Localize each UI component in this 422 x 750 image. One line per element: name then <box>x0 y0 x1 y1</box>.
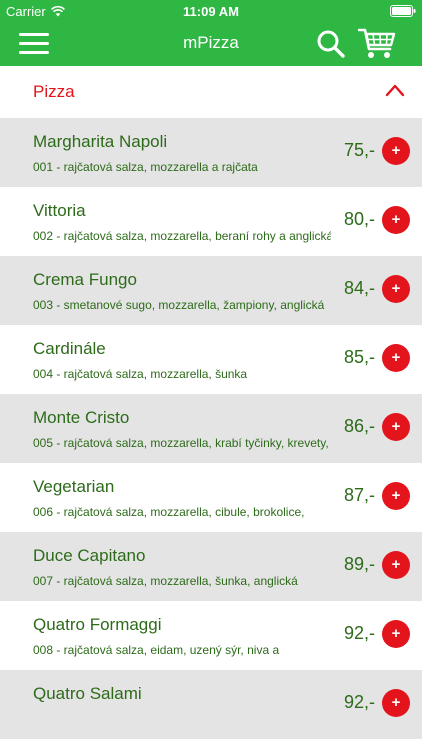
item-name: Margharita Napoli <box>33 132 168 151</box>
item-description: 002 - rajčatová salza, mozzarella, beran… <box>33 229 331 243</box>
menu-item[interactable]: Cardinále 004 - rajčatová salza, mozzare… <box>0 325 422 394</box>
menu-item[interactable]: Vittoria 002 - rajčatová salza, mozzarel… <box>0 187 422 256</box>
plus-icon: + <box>391 142 401 159</box>
plus-icon: + <box>391 211 401 228</box>
item-name: Vittoria <box>33 201 86 220</box>
item-name: Monte Cristo <box>33 408 130 427</box>
menu-item[interactable]: Monte Cristo 005 - rajčatová salza, mozz… <box>0 394 422 463</box>
menu-item[interactable]: Quatro Salami 92,- + <box>0 670 422 739</box>
item-price: 85,- <box>344 347 376 367</box>
item-price: 92,- <box>344 692 376 712</box>
item-price: 84,- <box>344 278 376 298</box>
plus-icon: + <box>391 349 401 366</box>
add-to-cart-button[interactable]: + <box>382 620 410 648</box>
category-title: Pizza <box>33 82 75 101</box>
top-bar: Carrier 11:09 AM mPizza <box>0 0 422 66</box>
plus-icon: + <box>391 694 401 711</box>
menu-item[interactable]: Crema Fungo 003 - smetanové sugo, mozzar… <box>0 256 422 325</box>
plus-icon: + <box>391 418 401 435</box>
add-to-cart-button[interactable]: + <box>382 551 410 579</box>
menu-item-list: Margharita Napoli 001 - rajčatová salza,… <box>0 118 422 739</box>
item-description: 001 - rajčatová salza, mozzarella a rajč… <box>33 160 258 174</box>
plus-icon: + <box>391 487 401 504</box>
add-to-cart-button[interactable]: + <box>382 413 410 441</box>
item-price: 75,- <box>344 140 376 160</box>
item-price: 87,- <box>344 485 376 505</box>
item-name: Quatro Formaggi <box>33 615 162 634</box>
item-name: Cardinále <box>33 339 106 358</box>
add-to-cart-button[interactable]: + <box>382 482 410 510</box>
add-to-cart-button[interactable]: + <box>382 344 410 372</box>
item-name: Quatro Salami <box>33 684 142 703</box>
item-price: 92,- <box>344 623 376 643</box>
add-to-cart-button[interactable]: + <box>382 689 410 717</box>
item-description: 006 - rajčatová salza, mozzarella, cibul… <box>33 505 305 519</box>
navigation-bar: mPizza <box>0 22 422 66</box>
item-price: 86,- <box>344 416 376 436</box>
item-price: 80,- <box>344 209 376 229</box>
plus-icon: + <box>391 280 401 297</box>
menu-item[interactable]: Quatro Formaggi 008 - rajčatová salza, e… <box>0 601 422 670</box>
add-to-cart-button[interactable]: + <box>382 206 410 234</box>
item-name: Duce Capitano <box>33 546 146 565</box>
item-name: Vegetarian <box>33 477 115 496</box>
item-description: 003 - smetanové sugo, mozzarella, žampio… <box>33 298 325 312</box>
item-description: 008 - rajčatová salza, eidam, uzený sýr,… <box>33 643 280 657</box>
status-bar: Carrier 11:09 AM <box>0 0 422 22</box>
menu-item[interactable]: Duce Capitano 007 - rajčatová salza, moz… <box>0 532 422 601</box>
status-time: 11:09 AM <box>183 4 239 19</box>
menu-item[interactable]: Vegetarian 006 - rajčatová salza, mozzar… <box>0 463 422 532</box>
plus-icon: + <box>391 625 401 642</box>
add-to-cart-button[interactable]: + <box>382 137 410 165</box>
app-screen: Carrier 11:09 AM mPizza Pizza Margharita… <box>0 0 422 750</box>
category-header-pizza[interactable]: Pizza <box>0 66 422 119</box>
item-name: Crema Fungo <box>33 270 137 289</box>
search-icon[interactable] <box>316 29 346 59</box>
item-description: 005 - rajčatová salza, mozzarella, krabí… <box>33 436 329 450</box>
battery-icon <box>390 5 416 17</box>
item-description: 004 - rajčatová salza, mozzarella, šunka <box>33 367 248 381</box>
add-to-cart-button[interactable]: + <box>382 275 410 303</box>
item-description: 007 - rajčatová salza, mozzarella, šunka… <box>33 574 298 588</box>
plus-icon: + <box>391 556 401 573</box>
item-price: 89,- <box>344 554 376 574</box>
menu-item[interactable]: Margharita Napoli 001 - rajčatová salza,… <box>0 118 422 187</box>
shopping-cart-icon[interactable] <box>358 27 396 61</box>
chevron-up-icon[interactable] <box>385 83 405 97</box>
